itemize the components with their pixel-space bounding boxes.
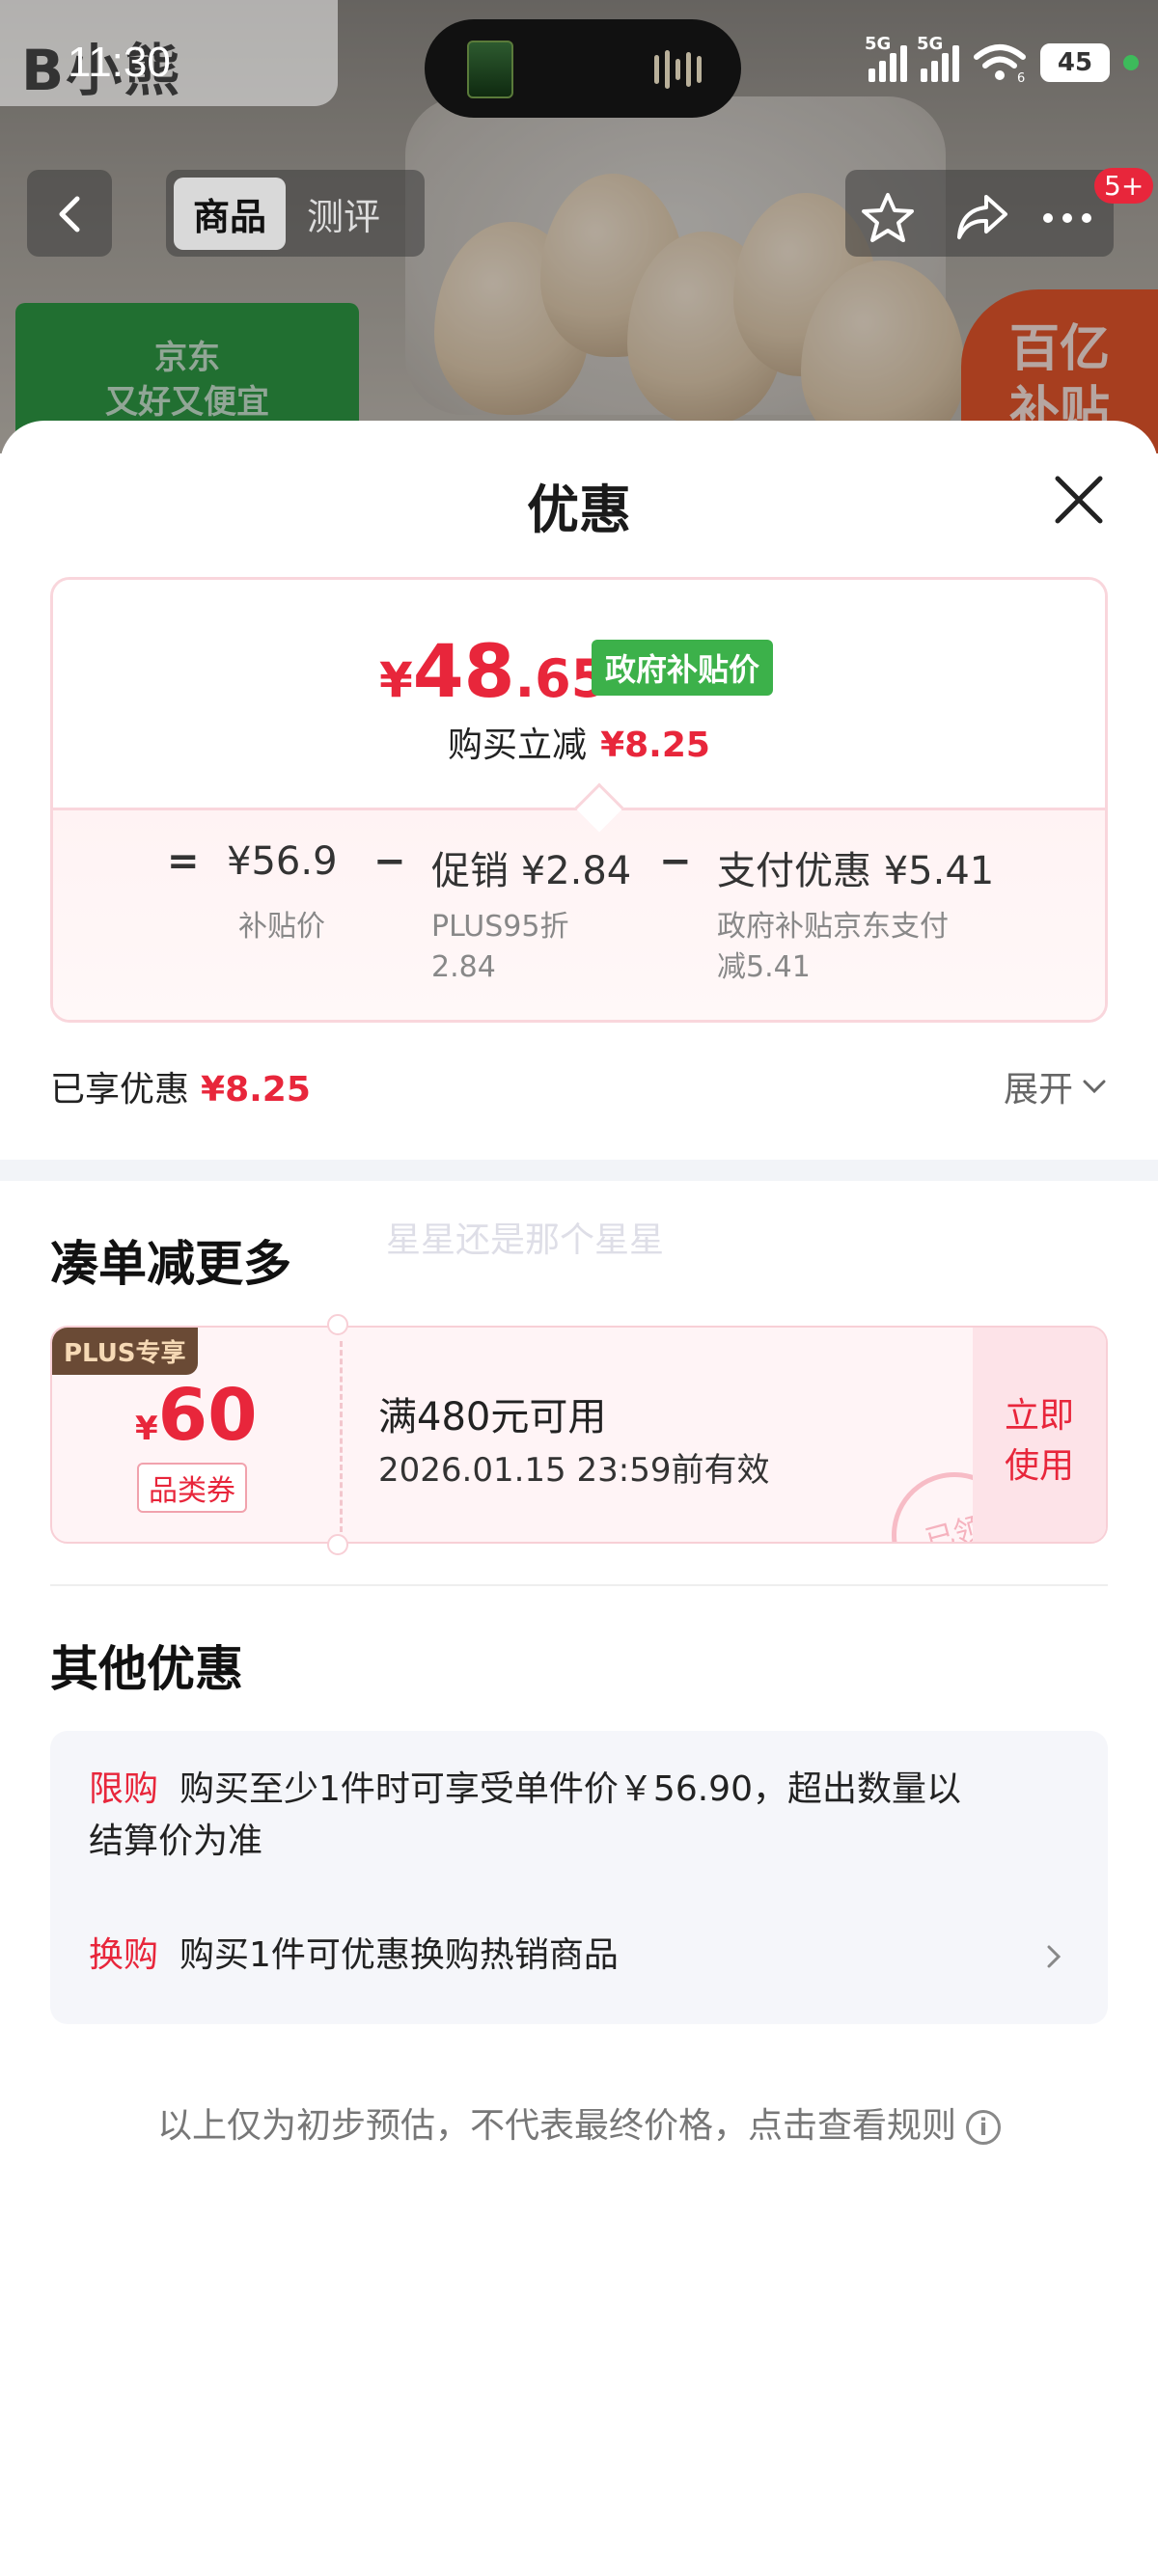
battery-icon: 45 [1040,43,1110,82]
coupon-card[interactable]: PLUS专享 ¥60 品类券 满480元可用 2026.01.15 23:59前… [50,1326,1108,1544]
info-icon[interactable]: i [966,2110,1001,2145]
minus-sign: − [659,839,692,884]
product-tab-segment: 商品 测评 [166,170,425,257]
promo-amount: 促销 ¥2.84 [431,849,632,893]
signal-icon: 5G [917,34,959,82]
subsidy-price-label: 补贴价 [238,910,325,944]
coupon-validity: 2026.01.15 23:59前有效 [378,1451,770,1490]
svg-text:6: 6 [1017,71,1025,84]
coupon-condition: 满480元可用 [378,1395,607,1439]
plus-exclusive-tag: PLUS专享 [52,1328,198,1375]
coupon-punch-hole [327,1534,348,1555]
purchase-limit-item: 限购 购买至少1件时可享受单件价￥56.90，超出数量以 结算价为准 [89,1769,961,1861]
other-discount-list: 限购 购买至少1件时可享受单件价￥56.90，超出数量以 结算价为准 换购 购买1件… [50,1731,1108,2024]
enjoyed-discount: 已享优惠 ¥8.25 [50,1070,311,1110]
tab-review[interactable]: 测评 [293,178,394,250]
message-count-badge: 5+ [1094,168,1154,204]
privacy-indicator-icon [1123,55,1139,70]
wifi-icon: 6 [974,44,1026,84]
coupon-separator [340,1341,343,1532]
status-bar: B小熊 11:30 5G 5G 6 45 [0,0,1158,135]
equals-sign: = [167,839,200,884]
tab-product[interactable]: 商品 [174,177,287,250]
share-icon[interactable] [953,191,1011,245]
dynamic-island[interactable] [425,19,741,118]
close-icon[interactable] [1050,471,1108,529]
price-breakdown-card: ¥48.65 政府补贴价 购买立减 ¥8.25 = ¥56.9 补贴价 − 促销 … [50,577,1108,1023]
overlay-watermark-text: 星星还是那个星星 [386,1220,665,1260]
signal-icon: 5G [865,34,907,82]
trade-in-item[interactable]: 换购 购买1件可优惠换购热销商品 [89,1930,1073,1982]
music-cover-icon [467,41,513,98]
discount-sheet: 优惠 ¥48.65 政府补贴价 购买立减 ¥8.25 = ¥56.9 补贴价 − … [0,421,1158,2576]
chevron-left-icon [59,196,80,233]
expand-button[interactable]: 展开 [1004,1061,1108,1111]
more-discount-title: 凑单减更多 [50,1236,291,1292]
star-icon[interactable] [859,191,917,245]
price-formula: = ¥56.9 补贴价 − 促销 ¥2.84 PLUS95折 2.84 − 支付… [53,808,1105,1020]
chevron-down-icon [1083,1080,1106,1094]
action-bar [845,170,1114,257]
use-now-button[interactable]: 立即 使用 [973,1328,1106,1542]
pay-discount-amount: 支付优惠 ¥5.41 [717,849,995,893]
chevron-right-icon [1047,1945,1062,1968]
status-time: 11:30 [68,39,171,86]
gov-subsidy-tag: 政府补贴价 [592,640,774,696]
coupon-punch-hole [327,1314,348,1335]
audio-wave-icon [654,48,712,91]
promo-desc: PLUS95折 2.84 [431,910,569,984]
minus-sign: − [373,839,406,884]
rules-note[interactable]: 以上仅为初步预估，不代表最终价格，点击查看规则 i [0,2097,1158,2148]
subsidy-price: ¥56.9 [227,839,338,884]
more-icon[interactable] [1038,191,1096,245]
other-discount-title: 其他优惠 [50,1641,243,1697]
instant-discount: 购买立减 ¥8.25 [448,726,710,765]
final-price: ¥48.65 [379,628,608,714]
coupon-category-tag: 品类券 [137,1463,247,1513]
pay-discount-desc: 政府补贴京东支付 减5.41 [717,910,949,984]
divider [50,1584,1108,1586]
sheet-title: 优惠 [527,480,631,540]
back-button[interactable] [27,170,112,257]
section-divider [0,1160,1158,1181]
coupon-amount: ¥60 [135,1374,258,1457]
